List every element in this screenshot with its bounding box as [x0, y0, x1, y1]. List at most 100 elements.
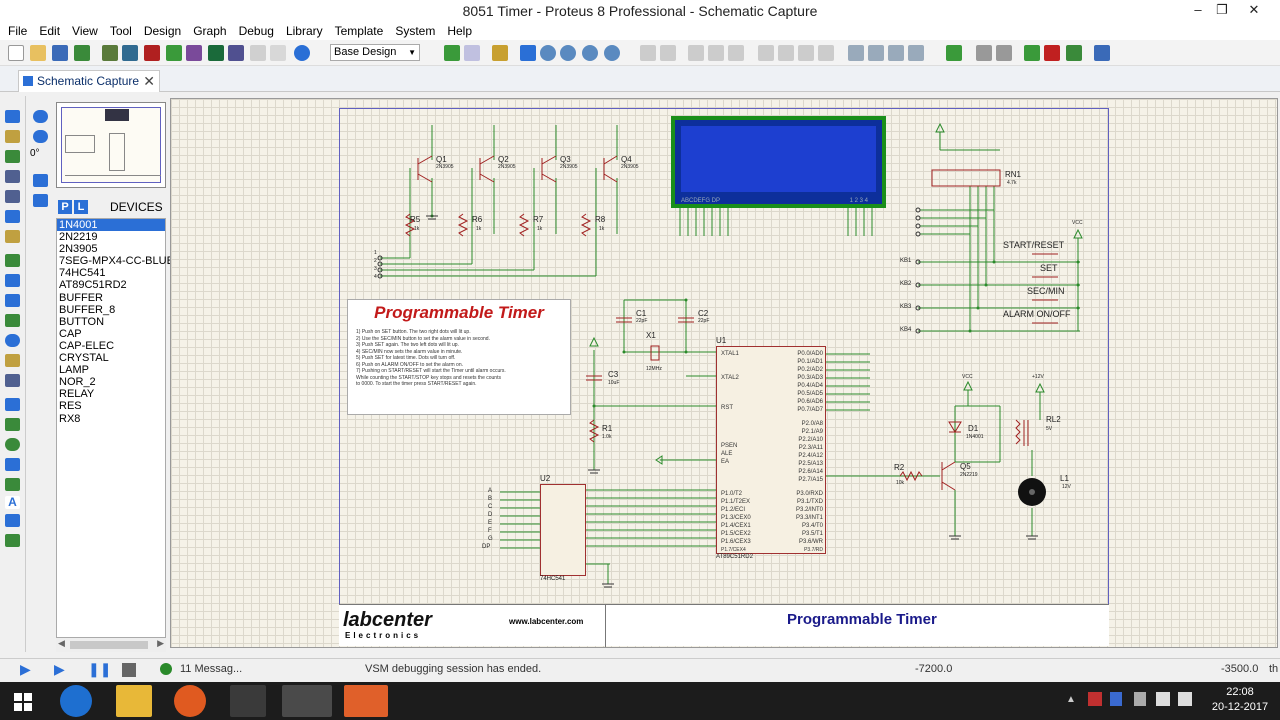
file-explorer-icon[interactable] [116, 685, 152, 717]
internet-explorer-icon[interactable] [60, 685, 92, 717]
c1-label[interactable]: C1 [636, 309, 646, 318]
start-reset-label[interactable]: START/RESET [1003, 240, 1064, 250]
q5-label[interactable]: Q5 [960, 462, 971, 471]
network-icon[interactable] [1156, 692, 1170, 706]
u2-label[interactable]: U2 [540, 474, 550, 483]
volume-icon[interactable] [1178, 692, 1192, 706]
note-title: Programmable Timer [374, 303, 544, 322]
recorder-icon[interactable] [344, 685, 388, 717]
title-divider [605, 605, 606, 647]
u1-pin-label: P3.3/INT1 [795, 515, 823, 521]
q3-part: 2N3905 [560, 164, 578, 170]
kb-pin-2: 2 [374, 258, 377, 264]
system-clock[interactable]: 22:08 20-12-2017 [1210, 685, 1270, 715]
d1-part: 1N4001 [966, 434, 984, 440]
u1-pin-label: P3.1/TXD [796, 499, 823, 505]
cursor-x: -7200.0 [915, 663, 953, 675]
x1-label[interactable]: X1 [646, 331, 656, 340]
u1-pin-label: P2.7/A15 [798, 477, 823, 483]
r7-label[interactable]: R7 [533, 215, 543, 224]
q2-label[interactable]: Q2 [498, 155, 509, 164]
set-label[interactable]: SET [1040, 263, 1058, 273]
u1-microcontroller[interactable]: XTAL1 XTAL2 RST PSEN ALE EA P1.0/T2 P1.1… [716, 346, 826, 554]
labcenter-url: www.labcenter.com [509, 617, 584, 626]
rn1-value: 4.7k [1007, 180, 1017, 186]
kb4-label: KB4 [900, 327, 912, 333]
l1-label[interactable]: L1 [1060, 474, 1069, 483]
message-count[interactable]: 11 Messag... [180, 663, 242, 675]
r2-label[interactable]: R2 [894, 463, 904, 472]
rl2-value: 5V [1046, 426, 1053, 432]
u1-pin-label: P1.3/CEX0 [721, 515, 751, 521]
u2-buffer-chip[interactable] [540, 484, 586, 576]
r1-value: 1.0k [602, 434, 612, 440]
cursor-y: -3500.0 [1221, 663, 1259, 675]
proteus-active-icon[interactable] [282, 685, 332, 717]
c2-label[interactable]: C2 [698, 309, 708, 318]
proteus-icon[interactable] [230, 685, 266, 717]
r1-label[interactable]: R1 [602, 424, 612, 433]
windows-start-icon[interactable] [2, 685, 46, 717]
tray-app-icon[interactable] [1088, 692, 1102, 706]
d1-label[interactable]: D1 [968, 424, 978, 433]
u1-pin-label: P0.1/AD1 [797, 359, 823, 365]
status-bar: ▶ ▶ ❚❚ 11 Messag... VSM debugging sessio… [0, 658, 1280, 682]
u1-pin-label: P2.4/A12 [798, 453, 823, 459]
u1-pin-label: P1.4/CEX1 [721, 523, 751, 529]
c2-value: 22pF [698, 318, 710, 324]
u1-pin-label: PSEN [721, 443, 738, 449]
u2-input-g: G [488, 536, 493, 542]
u1-pin-label: P3.2/INT0 [795, 507, 823, 513]
windows-taskbar: ▲ 22:08 20-12-2017 [0, 682, 1280, 720]
r8-label[interactable]: R8 [595, 215, 605, 224]
r6-value: 1k [476, 226, 482, 232]
q1-part: 2N3905 [436, 164, 454, 170]
q4-label[interactable]: Q4 [621, 155, 632, 164]
tray-expand-icon[interactable]: ▲ [1066, 694, 1076, 705]
play-icon[interactable]: ▶ [20, 661, 31, 678]
u2-input-c: C [488, 504, 493, 510]
clock-time: 22:08 [1226, 686, 1254, 698]
battery-icon[interactable] [1134, 692, 1146, 706]
u1-pin-label: P0.7/AD7 [797, 407, 823, 413]
firefox-icon[interactable] [174, 685, 206, 717]
r5-value: 1k [414, 226, 420, 232]
q1-label[interactable]: Q1 [436, 155, 447, 164]
alarm-onoff-label[interactable]: ALARM ON/OFF [1003, 309, 1071, 319]
u1-pin-label: EA [721, 459, 730, 465]
kb-pin-3: 3 [374, 266, 377, 272]
u2-input-d: D [488, 512, 493, 518]
q3-label[interactable]: Q3 [560, 155, 571, 164]
c3-label[interactable]: C3 [608, 370, 618, 379]
r2-value: 10k [896, 480, 905, 486]
u1-pin-label: P1.1/T2EX [721, 499, 751, 505]
u1-pin-label: P1.5/CEX2 [721, 531, 751, 537]
q2-part: 2N3905 [498, 164, 516, 170]
lcd-segment-labels: ABCDEFG DP [681, 198, 721, 204]
rn1-label[interactable]: RN1 [1005, 170, 1021, 179]
v12-label: +12V [1032, 374, 1044, 380]
u1-pin-label: P2.1/A9 [801, 429, 823, 435]
u1-pin-label: P3.6/WR [798, 539, 823, 545]
sheet-title-block[interactable]: labcenter Electronics www.labcenter.com … [339, 604, 1109, 647]
labcenter-logo: labcenter [343, 609, 432, 631]
design-note-box[interactable]: Programmable Timer 1) Push on SET button… [347, 299, 571, 415]
r8-value: 1k [599, 226, 605, 232]
u1-pin-label: P2.6/A14 [798, 469, 823, 475]
pause-icon[interactable]: ❚❚ [88, 661, 111, 678]
seven-segment-display[interactable]: ABCDEFG DP 1 2 3 4 [671, 116, 886, 208]
u1-pin-label: RST [721, 405, 733, 411]
r7-value: 1k [537, 226, 543, 232]
u1-pin-label: P1.0/T2 [721, 491, 743, 497]
stop-icon[interactable] [122, 663, 136, 677]
r6-label[interactable]: R6 [472, 215, 482, 224]
r5-label[interactable]: R5 [410, 215, 420, 224]
step-icon[interactable]: ▶ [54, 661, 65, 678]
rl2-label[interactable]: RL2 [1046, 415, 1061, 424]
u1-pin-label: P0.0/AD0 [797, 351, 823, 357]
bluetooth-icon[interactable] [1110, 692, 1122, 706]
u1-label[interactable]: U1 [716, 336, 726, 345]
sec-min-label[interactable]: SEC/MIN [1027, 286, 1065, 296]
u1-pin-label: P0.6/AD6 [797, 399, 823, 405]
u1-pin-label: P0.3/AD3 [797, 375, 823, 381]
